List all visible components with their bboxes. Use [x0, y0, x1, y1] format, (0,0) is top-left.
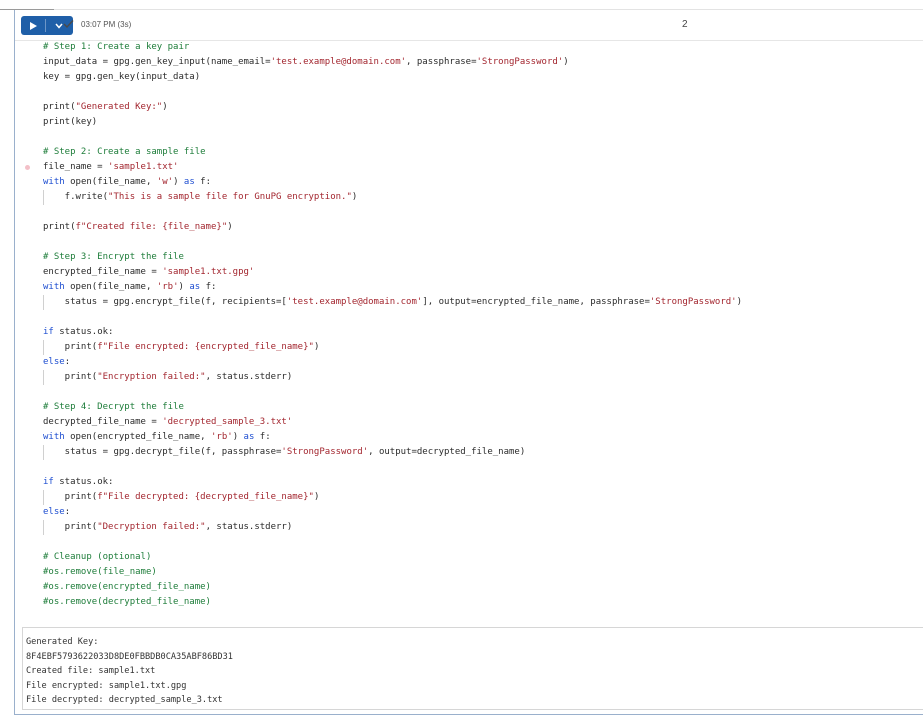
chevron-down-icon: [55, 23, 63, 29]
code-line: if status.ok:: [43, 477, 114, 487]
run-button[interactable]: [21, 16, 45, 35]
code-line: key = gpg.gen_key(input_data): [43, 72, 201, 82]
output-line: File encrypted: sample1.txt.gpg: [26, 680, 187, 691]
code-line: with open(file_name, 'rb') as f:: [43, 282, 217, 292]
indent-guide: [43, 445, 44, 460]
left-rail: [0, 10, 13, 728]
indent-guide: [43, 490, 44, 505]
code-line: decrypted_file_name = 'decrypted_sample_…: [43, 417, 293, 427]
code-line: with open(file_name, 'w') as f:: [43, 177, 212, 187]
code-line: else:: [43, 507, 71, 517]
execution-count: 2: [682, 19, 688, 30]
code-line: input_data = gpg.gen_key_input(name_emai…: [43, 57, 569, 67]
code-line: if status.ok:: [43, 327, 114, 337]
code-line: print(key): [43, 117, 98, 127]
output-line: Created file: sample1.txt: [26, 666, 156, 676]
indent-guide: [43, 370, 44, 385]
output-line: File decrypted: decrypted_sample_3.txt: [26, 695, 223, 705]
code-line: print(f"File encrypted: {encrypted_file_…: [43, 342, 320, 352]
code-line: encrypted_file_name = 'sample1.txt.gpg': [43, 267, 255, 277]
code-line: print(f"File decrypted: {decrypted_file_…: [43, 492, 320, 502]
output-line: 8F4EBF5793622033D8DE0FBBDB0CA35ABF86BD31: [26, 651, 233, 662]
code-line: # Step 4: Decrypt the file: [43, 402, 184, 412]
cell-output: Generated Key: 8F4EBF5793622033D8DE0FBBDB…: [22, 627, 923, 710]
play-icon: [30, 21, 37, 30]
code-line: print("Decryption failed:", status.stder…: [43, 522, 293, 532]
code-line: f.write("This is a sample file for GnuPG…: [43, 192, 358, 202]
notebook-cell[interactable]: 03:07 PM (3s) 2 # Step 1: Create a key p…: [14, 10, 923, 715]
code-line: # Step 1: Create a key pair: [43, 42, 190, 52]
code-line: file_name = 'sample1.txt': [43, 162, 179, 172]
code-line: #os.remove(decrypted_file_name): [43, 597, 211, 607]
code-line: print("Generated Key:"): [43, 102, 168, 112]
top-strip: [0, 0, 923, 10]
execution-time: 03:07 PM (3s): [81, 20, 132, 29]
code-line: status = gpg.encrypt_file(f, recipients=…: [43, 297, 743, 307]
code-line: print(f"Created file: {file_name}"): [43, 222, 233, 232]
code-line: #os.remove(encrypted_file_name): [43, 582, 211, 592]
code-line: # Step 3: Encrypt the file: [43, 252, 184, 262]
output-line: Generated Key:: [26, 637, 99, 647]
indent-guide: [43, 190, 44, 205]
tab-indicator[interactable]: [0, 0, 54, 10]
code-line: print("Encryption failed:", status.stder…: [43, 372, 293, 382]
code-line: # Cleanup (optional): [43, 552, 152, 562]
code-line: # Step 2: Create a sample file: [43, 147, 206, 157]
breakpoint-marker[interactable]: [25, 165, 30, 170]
indent-guide: [43, 520, 44, 535]
code-line: else:: [43, 357, 71, 367]
indent-guide: [43, 295, 44, 310]
check-icon: [63, 20, 74, 29]
indent-guide: [43, 340, 44, 355]
code-line: with open(encrypted_file_name, 'rb') as …: [43, 432, 271, 442]
code-line: #os.remove(file_name): [43, 567, 157, 577]
code-line: status = gpg.decrypt_file(f, passphrase=…: [43, 447, 526, 457]
cell-toolbar: 03:07 PM (3s) 2: [15, 10, 923, 41]
